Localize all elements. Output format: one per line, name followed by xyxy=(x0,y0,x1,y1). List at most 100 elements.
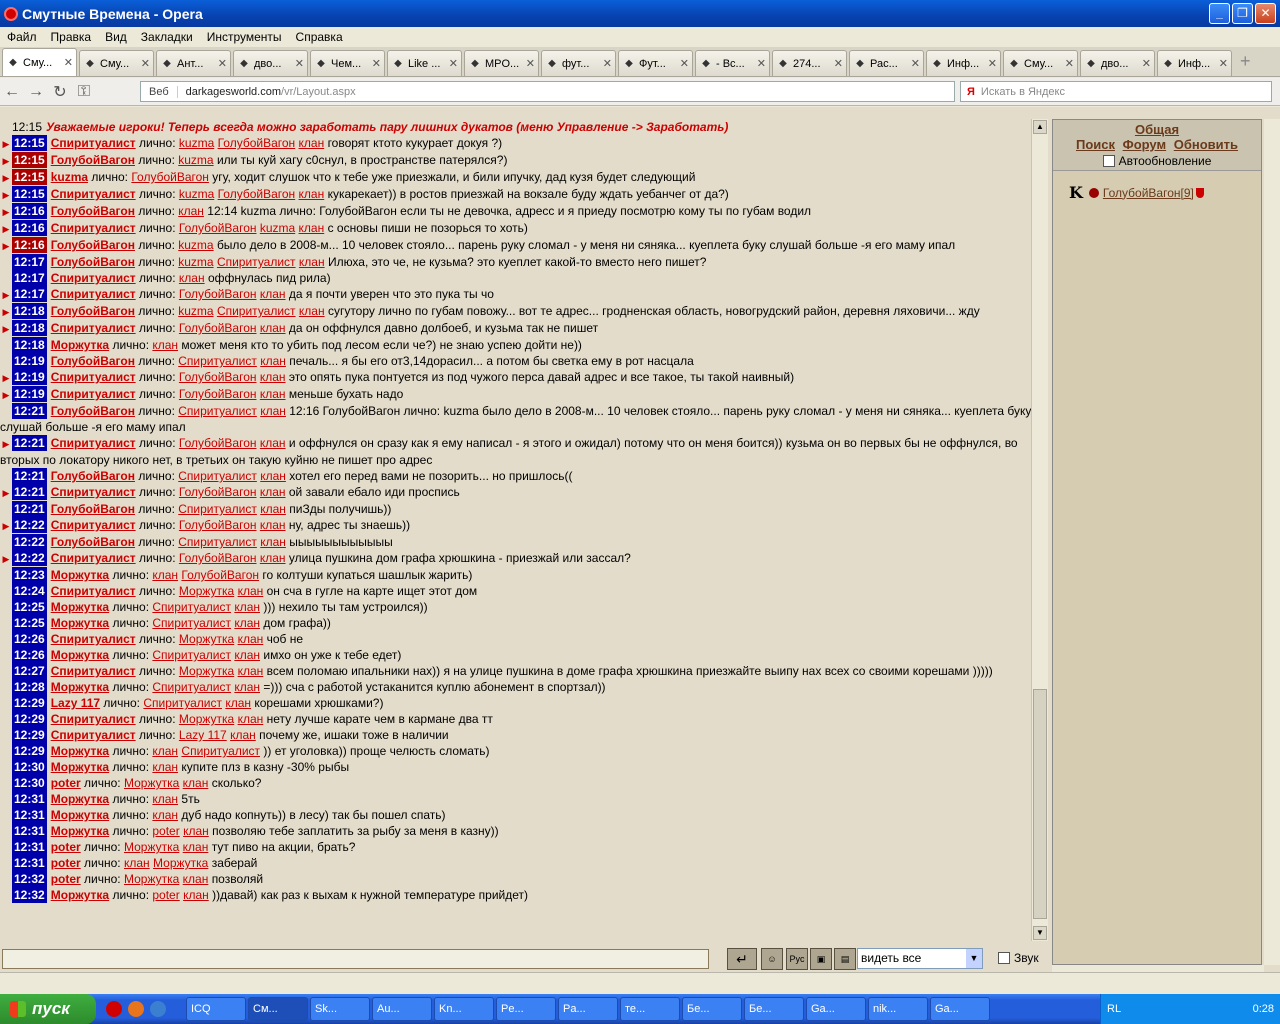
tab-close-icon[interactable]: ✕ xyxy=(757,57,766,70)
browser-tab[interactable]: ◆ Инф... ✕ xyxy=(1157,50,1232,76)
recipient-nick[interactable]: клан xyxy=(152,792,178,806)
auto-refresh-checkbox[interactable] xyxy=(1102,155,1115,167)
taskbar-window-button[interactable]: Бе... xyxy=(682,997,742,1021)
private-message-icon[interactable] xyxy=(1088,187,1099,198)
tab-close-icon[interactable]: ✕ xyxy=(834,57,843,70)
recipient-nick[interactable]: клан xyxy=(179,271,205,285)
sender-nick[interactable]: Спиритуалист xyxy=(51,712,136,726)
recipient-nick[interactable]: клан xyxy=(183,888,209,902)
recipient-nick[interactable]: клан xyxy=(238,632,264,646)
menu-item[interactable]: Закладки xyxy=(134,30,200,44)
tab-close-icon[interactable]: ✕ xyxy=(603,57,612,70)
opera-launch-icon[interactable] xyxy=(106,1001,122,1017)
recipient-nick[interactable]: Спиритуалист xyxy=(178,404,257,418)
sender-nick[interactable]: poter xyxy=(51,872,81,886)
recipient-nick[interactable]: клан xyxy=(152,338,178,352)
recipient-nick[interactable]: ГолубойВагон xyxy=(179,551,257,565)
recipient-nick[interactable]: Моржутка xyxy=(124,840,179,854)
sender-nick[interactable]: Спиритуалист xyxy=(51,632,136,646)
scroll-down-icon[interactable]: ▼ xyxy=(1033,926,1047,940)
sender-nick[interactable]: poter xyxy=(51,776,81,790)
browser-tab[interactable]: ◆ дво... ✕ xyxy=(233,50,308,76)
sender-nick[interactable]: Спиритуалист xyxy=(51,485,136,499)
ie-launch-icon[interactable] xyxy=(150,1001,166,1017)
recipient-nick[interactable]: клан xyxy=(152,760,178,774)
recipient-nick[interactable]: клан xyxy=(183,824,209,838)
recipient-nick[interactable]: клан xyxy=(225,696,251,710)
recipient-nick[interactable]: клан xyxy=(183,776,209,790)
recipient-nick[interactable]: Спиритуалист xyxy=(152,648,231,662)
recipient-nick[interactable]: клан xyxy=(260,387,286,401)
recipient-nick[interactable]: ГолубойВагон xyxy=(179,221,257,235)
browser-tab[interactable]: ◆ Ант... ✕ xyxy=(156,50,231,76)
sender-nick[interactable]: Спиритуалист xyxy=(51,436,136,450)
recipient-nick[interactable]: клан xyxy=(299,136,325,150)
recipient-nick[interactable]: клан xyxy=(234,616,260,630)
taskbar-window-button[interactable]: Sk... xyxy=(310,997,370,1021)
recipient-nick[interactable]: клан xyxy=(260,518,286,532)
recipient-nick[interactable]: клан xyxy=(260,321,286,335)
recipient-nick[interactable]: Моржутка xyxy=(179,632,234,646)
recipient-nick[interactable]: kuzma xyxy=(179,136,214,150)
sender-nick[interactable]: Моржутка xyxy=(51,824,109,838)
auto-refresh[interactable]: Автообновление xyxy=(1053,154,1261,168)
clear-button[interactable]: ▣ xyxy=(810,948,832,970)
sender-nick[interactable]: Спиритуалист xyxy=(51,664,136,678)
tab-close-icon[interactable]: ✕ xyxy=(1219,57,1228,70)
taskbar-window-button[interactable]: Kn... xyxy=(434,997,494,1021)
sender-nick[interactable]: Моржутка xyxy=(51,760,109,774)
tab-close-icon[interactable]: ✕ xyxy=(680,57,689,70)
recipient-nick[interactable]: Спиритуалист xyxy=(152,600,231,614)
tab-close-icon[interactable]: ✕ xyxy=(988,57,997,70)
sender-nick[interactable]: ГолубойВагон xyxy=(51,502,135,516)
search-link[interactable]: Поиск xyxy=(1076,137,1115,152)
recipient-nick[interactable]: Спиритуалист xyxy=(178,502,257,516)
recipient-nick[interactable]: Моржутка xyxy=(179,584,234,598)
sender-nick[interactable]: Спиритуалист xyxy=(51,321,136,335)
recipient-nick[interactable]: клан xyxy=(124,856,150,870)
recipient-nick[interactable]: ГолубойВагон xyxy=(179,287,257,301)
language-indicator[interactable]: RL xyxy=(1107,1003,1121,1015)
menu-item[interactable]: Файл xyxy=(0,30,44,44)
recipient-nick[interactable]: клан xyxy=(183,840,209,854)
sender-nick[interactable]: Спиритуалист xyxy=(51,136,136,150)
sender-nick[interactable]: Спиритуалист xyxy=(51,387,136,401)
browser-tab[interactable]: ◆ Сму... ✕ xyxy=(2,48,77,76)
start-button[interactable]: пуск xyxy=(0,994,96,1024)
recipient-nick[interactable]: Моржутка xyxy=(124,872,179,886)
sender-nick[interactable]: ГолубойВагон xyxy=(51,535,135,549)
sender-nick[interactable]: ГолубойВагон xyxy=(51,304,135,318)
recipient-nick[interactable]: ГолубойВагон xyxy=(218,187,296,201)
sender-nick[interactable]: Спиритуалист xyxy=(51,287,136,301)
taskbar-window-button[interactable]: Au... xyxy=(372,997,432,1021)
menu-item[interactable]: Инструменты xyxy=(200,30,289,44)
minimize-button[interactable]: _ xyxy=(1209,3,1230,24)
recipient-nick[interactable]: клан xyxy=(260,404,286,418)
sender-nick[interactable]: Моржутка xyxy=(51,568,109,582)
recipient-nick[interactable]: Спиритуалист xyxy=(178,469,257,483)
send-button[interactable]: ↵ xyxy=(727,948,757,970)
sender-nick[interactable]: Моржутка xyxy=(51,680,109,694)
recipient-nick[interactable]: клан xyxy=(178,204,204,218)
recipient-nick[interactable]: Спиритуалист xyxy=(217,255,296,269)
taskbar-window-button[interactable]: Ga... xyxy=(930,997,990,1021)
recipient-nick[interactable]: Спиритуалист xyxy=(217,304,296,318)
recipient-nick[interactable]: клан xyxy=(152,808,178,822)
browser-tab[interactable]: ◆ MPO... ✕ xyxy=(464,50,539,76)
taskbar-window-button[interactable]: Ga... xyxy=(806,997,866,1021)
taskbar-window-button[interactable]: Бе... xyxy=(744,997,804,1021)
sender-nick[interactable]: Lazy 117 xyxy=(51,696,100,710)
recipient-nick[interactable]: Lazy 117 xyxy=(179,728,227,742)
recipient-nick[interactable]: Моржутка xyxy=(179,664,234,678)
sender-nick[interactable]: poter xyxy=(51,856,81,870)
sender-nick[interactable]: Моржутка xyxy=(51,648,109,662)
recipient-nick[interactable]: ГолубойВагон xyxy=(179,321,257,335)
recipient-nick[interactable]: клан xyxy=(260,485,286,499)
maximize-button[interactable]: ❐ xyxy=(1232,3,1253,24)
recipient-nick[interactable]: клан xyxy=(260,469,286,483)
browser-tab[interactable]: ◆ 274... ✕ xyxy=(772,50,847,76)
sender-nick[interactable]: Моржутка xyxy=(51,744,109,758)
recipient-nick[interactable]: клан xyxy=(234,600,260,614)
sender-nick[interactable]: Спиритуалист xyxy=(51,271,136,285)
recipient-nick[interactable]: клан xyxy=(299,221,325,235)
